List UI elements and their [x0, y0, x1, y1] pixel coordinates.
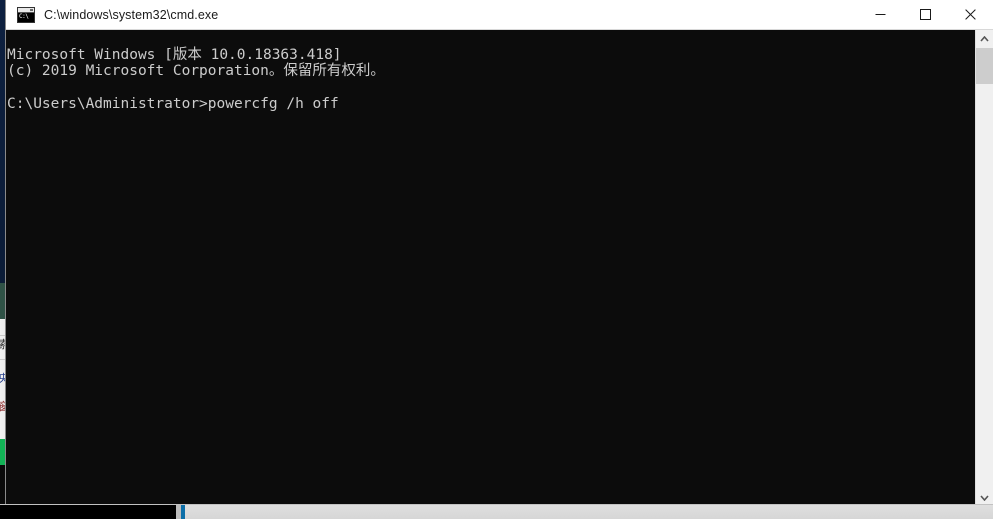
window-title: C:\windows\system32\cmd.exe	[44, 7, 219, 22]
window-controls	[858, 0, 993, 29]
cmd-window: C:\ C:\windows\system32\cmd.exe Microsof…	[6, 0, 993, 506]
scrollbar-thumb[interactable]	[976, 48, 993, 84]
maximize-icon	[920, 9, 931, 20]
console-text: Microsoft Windows [版本 10.0.18363.418] (c…	[7, 46, 385, 113]
taskbar-strip[interactable]	[0, 504, 993, 519]
minimize-button[interactable]	[858, 0, 903, 29]
close-icon	[965, 9, 976, 20]
window-title-bar[interactable]: C:\ C:\windows\system32\cmd.exe	[6, 0, 993, 30]
close-button[interactable]	[948, 0, 993, 29]
scrollbar-track[interactable]	[976, 47, 993, 489]
cmd-icon-glyph: C:\	[18, 12, 34, 22]
scroll-up-icon[interactable]	[976, 30, 993, 47]
chevron-down-icon	[980, 494, 989, 501]
cmd-console-icon: C:\	[17, 6, 35, 23]
taskbar-accent-marker[interactable]	[181, 505, 185, 519]
taskbar-dark-segment	[0, 505, 176, 519]
console-output-area[interactable]: Microsoft Windows [版本 10.0.18363.418] (c…	[6, 30, 993, 506]
console-scrollbar[interactable]	[975, 30, 993, 506]
maximize-button[interactable]	[903, 0, 948, 29]
chevron-up-icon	[980, 35, 989, 42]
minimize-icon	[875, 14, 886, 15]
